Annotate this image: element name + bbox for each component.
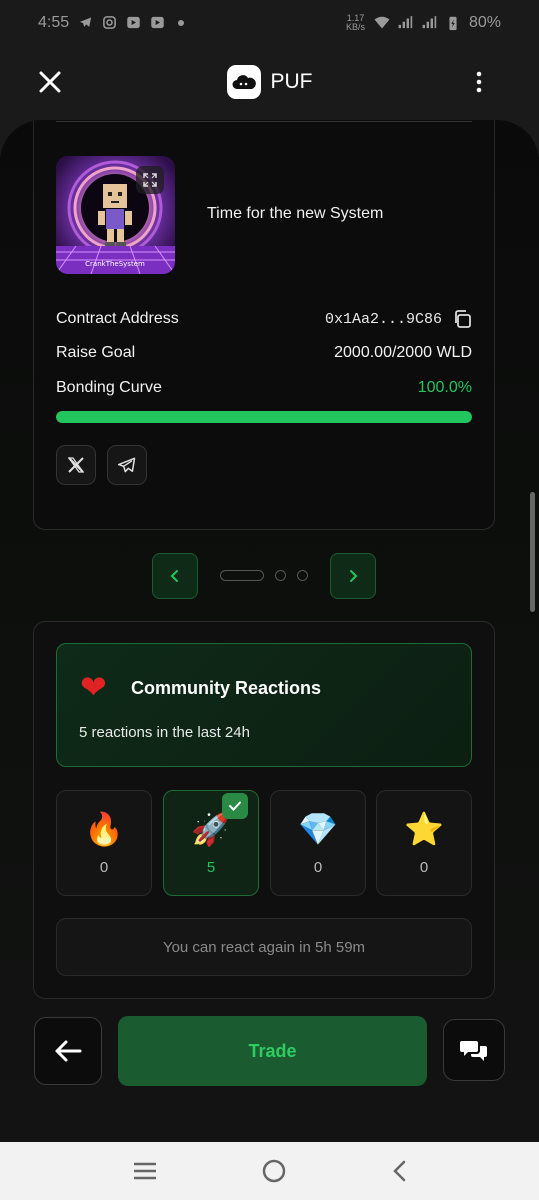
copy-icon[interactable] bbox=[452, 309, 472, 329]
reaction-star-button[interactable]: ⭐ 0 bbox=[376, 790, 472, 896]
wifi-icon bbox=[373, 15, 390, 31]
reaction-count: 0 bbox=[313, 858, 323, 876]
reaction-gem-button[interactable]: 💎 0 bbox=[270, 790, 366, 896]
progress-fill bbox=[56, 411, 472, 423]
expand-icon[interactable] bbox=[136, 166, 164, 194]
bonding-curve-label: Bonding Curve bbox=[56, 379, 162, 396]
chat-bubbles-icon bbox=[459, 1037, 489, 1063]
status-bar: 4:55 1.17 KB/s 80% bbox=[0, 0, 539, 46]
contract-label: Contract Address bbox=[56, 310, 179, 327]
media-notification-icon bbox=[125, 15, 141, 31]
battery-level: 80% bbox=[468, 14, 501, 31]
raise-goal-value: 2000.00/2000 WLD bbox=[334, 344, 472, 361]
reaction-fire-button[interactable]: 🔥 0 bbox=[56, 790, 152, 896]
chevron-right-icon bbox=[346, 569, 360, 583]
more-notifications-dot-icon bbox=[173, 15, 189, 31]
app-title: PUF bbox=[270, 70, 313, 93]
check-icon bbox=[222, 793, 248, 819]
reaction-cooldown-notice: You can react again in 5h 59m bbox=[56, 918, 472, 976]
arrow-left-icon bbox=[53, 1039, 83, 1063]
status-time: 4:55 bbox=[38, 14, 70, 31]
reaction-count: 0 bbox=[419, 858, 429, 876]
system-back-icon[interactable] bbox=[390, 1159, 408, 1183]
reactions-title: Community Reactions bbox=[131, 678, 322, 698]
more-vertical-icon[interactable] bbox=[475, 70, 483, 94]
carousel-indicator[interactable] bbox=[275, 570, 286, 581]
app-header: PUF bbox=[0, 56, 539, 108]
trade-button[interactable]: Trade bbox=[118, 1016, 427, 1086]
carousel-indicator[interactable] bbox=[297, 570, 308, 581]
chat-button[interactable] bbox=[443, 1019, 505, 1081]
battery-charging-icon bbox=[445, 15, 461, 31]
telegram-notification-icon bbox=[77, 15, 93, 31]
x-icon[interactable] bbox=[56, 445, 96, 485]
network-speed: 1.17 KB/s bbox=[345, 13, 365, 32]
telegram-icon[interactable] bbox=[107, 445, 147, 485]
signal-icon bbox=[397, 15, 413, 31]
home-icon[interactable] bbox=[261, 1158, 287, 1184]
raise-goal-row: Raise Goal 2000.00/2000 WLD bbox=[56, 344, 472, 362]
community-reactions-panel bbox=[56, 643, 472, 767]
bonding-curve-value: 100.0% bbox=[417, 379, 472, 396]
svg-text:CrankTheSystem: CrankTheSystem bbox=[85, 260, 145, 268]
bonding-curve-progress bbox=[56, 411, 472, 423]
token-description: Time for the new System bbox=[207, 205, 384, 222]
raise-goal-label: Raise Goal bbox=[56, 344, 136, 361]
system-navigation-bar bbox=[0, 1142, 539, 1200]
signal-icon-2 bbox=[421, 15, 437, 31]
contract-row: Contract Address 0x1Aa2...9C86 bbox=[56, 309, 472, 329]
contract-address: 0x1Aa2...9C86 bbox=[324, 310, 442, 328]
media-notification-icon-2 bbox=[149, 15, 165, 31]
carousel-indicator-active[interactable] bbox=[220, 570, 264, 581]
carousel-next-button[interactable] bbox=[330, 553, 376, 599]
star-icon: ⭐ bbox=[404, 809, 444, 848]
heart-icon: ❤ bbox=[80, 668, 107, 706]
chevron-left-icon bbox=[168, 569, 182, 583]
scrollbar[interactable] bbox=[530, 492, 535, 612]
bonding-curve-row: Bonding Curve 100.0% bbox=[56, 379, 472, 397]
close-icon[interactable] bbox=[36, 68, 64, 96]
app-logo-icon bbox=[226, 65, 261, 99]
reactions-summary: 5 reactions in the last 24h bbox=[79, 724, 250, 741]
reaction-rocket-button[interactable]: 🚀 5 bbox=[163, 790, 259, 896]
back-button[interactable] bbox=[34, 1017, 102, 1085]
reaction-count: 0 bbox=[99, 858, 109, 876]
fire-icon: 🔥 bbox=[84, 809, 124, 848]
instagram-notification-icon bbox=[101, 15, 117, 31]
recent-apps-icon[interactable] bbox=[132, 1161, 158, 1181]
card-divider bbox=[56, 121, 472, 122]
carousel-prev-button[interactable] bbox=[152, 553, 198, 599]
gem-icon: 💎 bbox=[298, 809, 338, 848]
reaction-count: 5 bbox=[206, 858, 216, 876]
